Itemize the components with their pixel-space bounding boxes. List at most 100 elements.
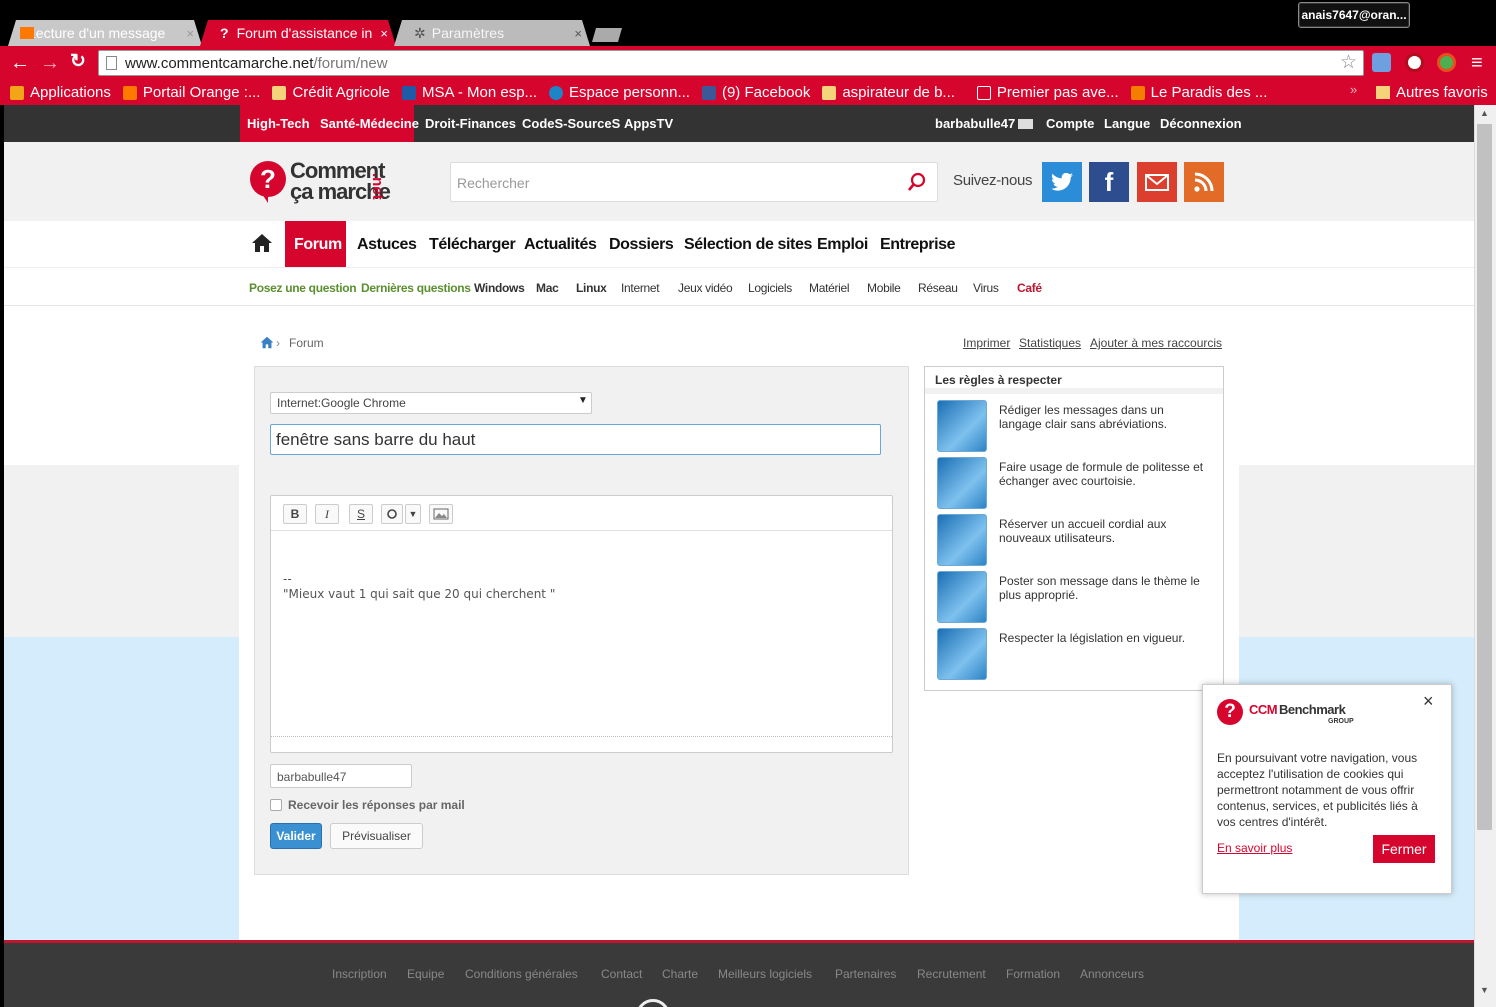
bookmark-msa[interactable]: MSA - Mon esp... xyxy=(402,84,537,101)
menu-icon[interactable]: ≡ xyxy=(1471,53,1483,73)
nav-item-entreprise[interactable]: Entreprise xyxy=(880,221,956,268)
subnav-virus[interactable]: Virus xyxy=(973,268,999,308)
stats-link[interactable]: Statistiques xyxy=(1019,336,1081,350)
nav-item-astuces[interactable]: Astuces xyxy=(357,221,417,268)
rss-icon[interactable] xyxy=(1184,162,1224,202)
preview-button[interactable]: Prévisualiser xyxy=(330,823,423,849)
topbar-link-langue[interactable]: Langue xyxy=(1104,105,1150,142)
mail-icon[interactable] xyxy=(1137,162,1177,202)
subnav-materiel[interactable]: Matériel xyxy=(809,268,850,308)
address-bar[interactable]: www.commentcamarche.net/forum/new xyxy=(98,50,1364,76)
new-tab-button[interactable] xyxy=(592,28,622,42)
site-logo[interactable]: ? Comment ça marche .net xyxy=(250,159,410,209)
subnav-logiciels[interactable]: Logiciels xyxy=(748,268,792,308)
code-dropdown-icon[interactable]: ▼ xyxy=(405,504,421,524)
back-arrow-icon[interactable]: ← xyxy=(10,53,30,73)
topbar-link-droit[interactable]: Droit-Finances xyxy=(425,105,516,142)
message-editor[interactable]: B I S ▼ -- "Mieux vaut 1 qui sait que 20… xyxy=(270,495,893,753)
tab-lecture-message[interactable]: Lecture d'un message × xyxy=(8,20,202,46)
reload-icon[interactable]: ↻ xyxy=(70,52,86,72)
learn-more-link[interactable]: En savoir plus xyxy=(1217,841,1292,855)
bookmark-portail-orange[interactable]: Portail Orange :... xyxy=(122,84,260,101)
footer-link[interactable]: Partenaires xyxy=(835,967,896,981)
more-bookmarks-icon[interactable]: » xyxy=(1350,82,1357,97)
footer-link[interactable]: Formation xyxy=(1006,967,1060,981)
username-field[interactable]: barbabulle47 xyxy=(270,764,412,788)
code-button[interactable] xyxy=(381,504,403,524)
footer-link[interactable]: Charte xyxy=(662,967,698,981)
forward-arrow-icon[interactable]: → xyxy=(40,53,60,73)
close-tab-icon[interactable]: × xyxy=(574,26,582,41)
strike-button[interactable]: S xyxy=(349,504,373,524)
topbar-link-appstv[interactable]: AppsTV xyxy=(624,105,673,142)
bookmark-premier-pas[interactable]: Premier pas ave... xyxy=(976,84,1119,101)
close-cookie-button[interactable]: Fermer xyxy=(1373,835,1435,863)
print-link[interactable]: Imprimer xyxy=(963,336,1010,350)
topbar-link-deconnexion[interactable]: Déconnexion xyxy=(1160,105,1242,142)
italic-button[interactable]: I xyxy=(315,504,339,524)
adblock-icon[interactable] xyxy=(1405,53,1424,72)
tab-parametres[interactable]: ✲ Paramètres × xyxy=(394,20,590,46)
image-button[interactable] xyxy=(429,504,453,524)
nav-item-actualites[interactable]: Actualités xyxy=(524,221,597,268)
subnav-windows[interactable]: Windows xyxy=(474,268,525,308)
footer-link[interactable]: Contact xyxy=(601,967,642,981)
footer-link[interactable]: Recrutement xyxy=(917,967,986,981)
topbar-link-sante[interactable]: Santé-Médecine xyxy=(320,105,419,142)
notify-checkbox[interactable] xyxy=(270,799,282,811)
subnav-linux[interactable]: Linux xyxy=(576,268,607,308)
topbar-username[interactable]: barbabulle47 xyxy=(935,105,1015,142)
nav-item-dossiers[interactable]: Dossiers xyxy=(609,221,674,268)
close-tab-icon[interactable]: × xyxy=(186,26,194,41)
other-bookmarks[interactable]: Autres favoris xyxy=(1376,80,1488,105)
bookmark-paradis[interactable]: Le Paradis des ... xyxy=(1130,84,1267,101)
bookmark-aspirateur[interactable]: aspirateur de b... xyxy=(822,84,955,101)
subnav-mobile[interactable]: Mobile xyxy=(867,268,901,308)
footer-link[interactable]: Inscription xyxy=(332,967,387,981)
subnav-mac[interactable]: Mac xyxy=(536,268,559,308)
footer-link[interactable]: Meilleurs logiciels xyxy=(718,967,812,981)
nav-item-forum[interactable]: Forum xyxy=(294,221,342,268)
bookmark-facebook[interactable]: (9) Facebook xyxy=(701,84,810,101)
footer-link[interactable]: Conditions générales xyxy=(465,967,578,981)
tab-forum-assistance[interactable]: ? Forum d'assistance in × xyxy=(200,20,396,46)
mail-icon[interactable] xyxy=(1018,119,1033,129)
footer-link[interactable]: Equipe xyxy=(407,967,444,981)
topbar-link-high-tech[interactable]: High-Tech xyxy=(247,105,310,142)
subnav-posez-question[interactable]: Posez une question xyxy=(249,268,357,308)
bookmark-applications[interactable]: Applications xyxy=(10,84,111,101)
subnav-cafe[interactable]: Café xyxy=(1017,268,1042,308)
extension-icon[interactable] xyxy=(1437,53,1456,72)
bookmark-star-icon[interactable]: ☆ xyxy=(1340,51,1357,74)
subnav-reseau[interactable]: Réseau xyxy=(918,268,958,308)
nav-item-telecharger[interactable]: Télécharger xyxy=(429,221,516,268)
submit-button[interactable]: Valider xyxy=(270,823,322,849)
nav-item-emploi[interactable]: Emploi xyxy=(817,221,868,268)
bookmark-espace-personnel[interactable]: Espace personn... xyxy=(549,84,690,101)
editor-resize-handle[interactable] xyxy=(271,736,892,737)
nav-item-selection[interactable]: Sélection de sites xyxy=(684,221,812,268)
home-icon[interactable] xyxy=(251,233,273,253)
title-input[interactable]: fenêtre sans barre du haut xyxy=(270,424,881,455)
subnav-internet[interactable]: Internet xyxy=(621,268,660,308)
add-shortcut-link[interactable]: Ajouter à mes raccourcis xyxy=(1090,336,1222,350)
subnav-dernieres-questions[interactable]: Dernières questions xyxy=(361,268,471,308)
scroll-up-icon[interactable]: ▲ xyxy=(1480,108,1489,118)
footer-link[interactable]: Annonceurs xyxy=(1080,967,1144,981)
close-tab-icon[interactable]: × xyxy=(380,26,388,41)
topbar-link-codes[interactable]: CodeS-SourceS xyxy=(522,105,620,142)
scrollbar-thumb[interactable] xyxy=(1477,124,1492,830)
subnav-jeux-video[interactable]: Jeux vidéo xyxy=(678,268,733,308)
topbar-link-compte[interactable]: Compte xyxy=(1046,105,1094,142)
bold-button[interactable]: B xyxy=(283,504,307,524)
category-select[interactable]: Internet:Google Chrome xyxy=(270,392,592,414)
extension-icon[interactable] xyxy=(1372,53,1391,72)
close-icon[interactable]: × xyxy=(1423,691,1434,712)
profile-button[interactable]: anais7647@oran... xyxy=(1298,2,1410,28)
bookmark-credit-agricole[interactable]: Crédit Agricole xyxy=(272,84,390,101)
twitter-icon[interactable] xyxy=(1042,162,1082,202)
search-icon[interactable] xyxy=(907,172,927,192)
search-input[interactable]: Rechercher xyxy=(450,162,938,202)
home-icon[interactable] xyxy=(260,336,274,350)
facebook-icon[interactable]: f xyxy=(1089,162,1129,202)
